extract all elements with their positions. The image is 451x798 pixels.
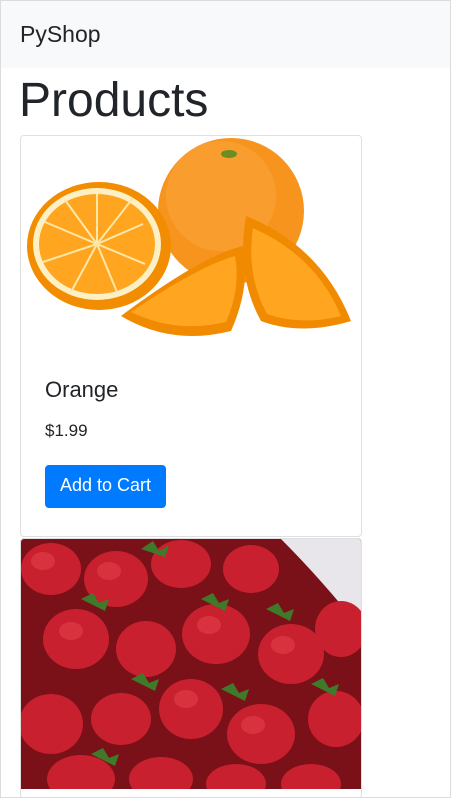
brand-link[interactable]: PyShop [20, 21, 101, 48]
product-name: Orange [45, 377, 119, 402]
card-body: Orange $1.99 Add to Cart [21, 377, 361, 509]
add-to-cart-button[interactable]: Add to Cart [45, 465, 167, 509]
product-image-orange [21, 136, 361, 351]
browser-viewport: PyShop Products Orange $1.99 Add to Cart [0, 0, 451, 798]
product-card-strawberries [20, 538, 362, 797]
navbar: PyShop [1, 1, 450, 68]
product-image-strawberries [21, 539, 361, 789]
product-card-orange: Orange $1.99 Add to Cart [20, 135, 362, 537]
product-price: $1.99 [45, 421, 88, 441]
page-title: Products [19, 74, 209, 127]
